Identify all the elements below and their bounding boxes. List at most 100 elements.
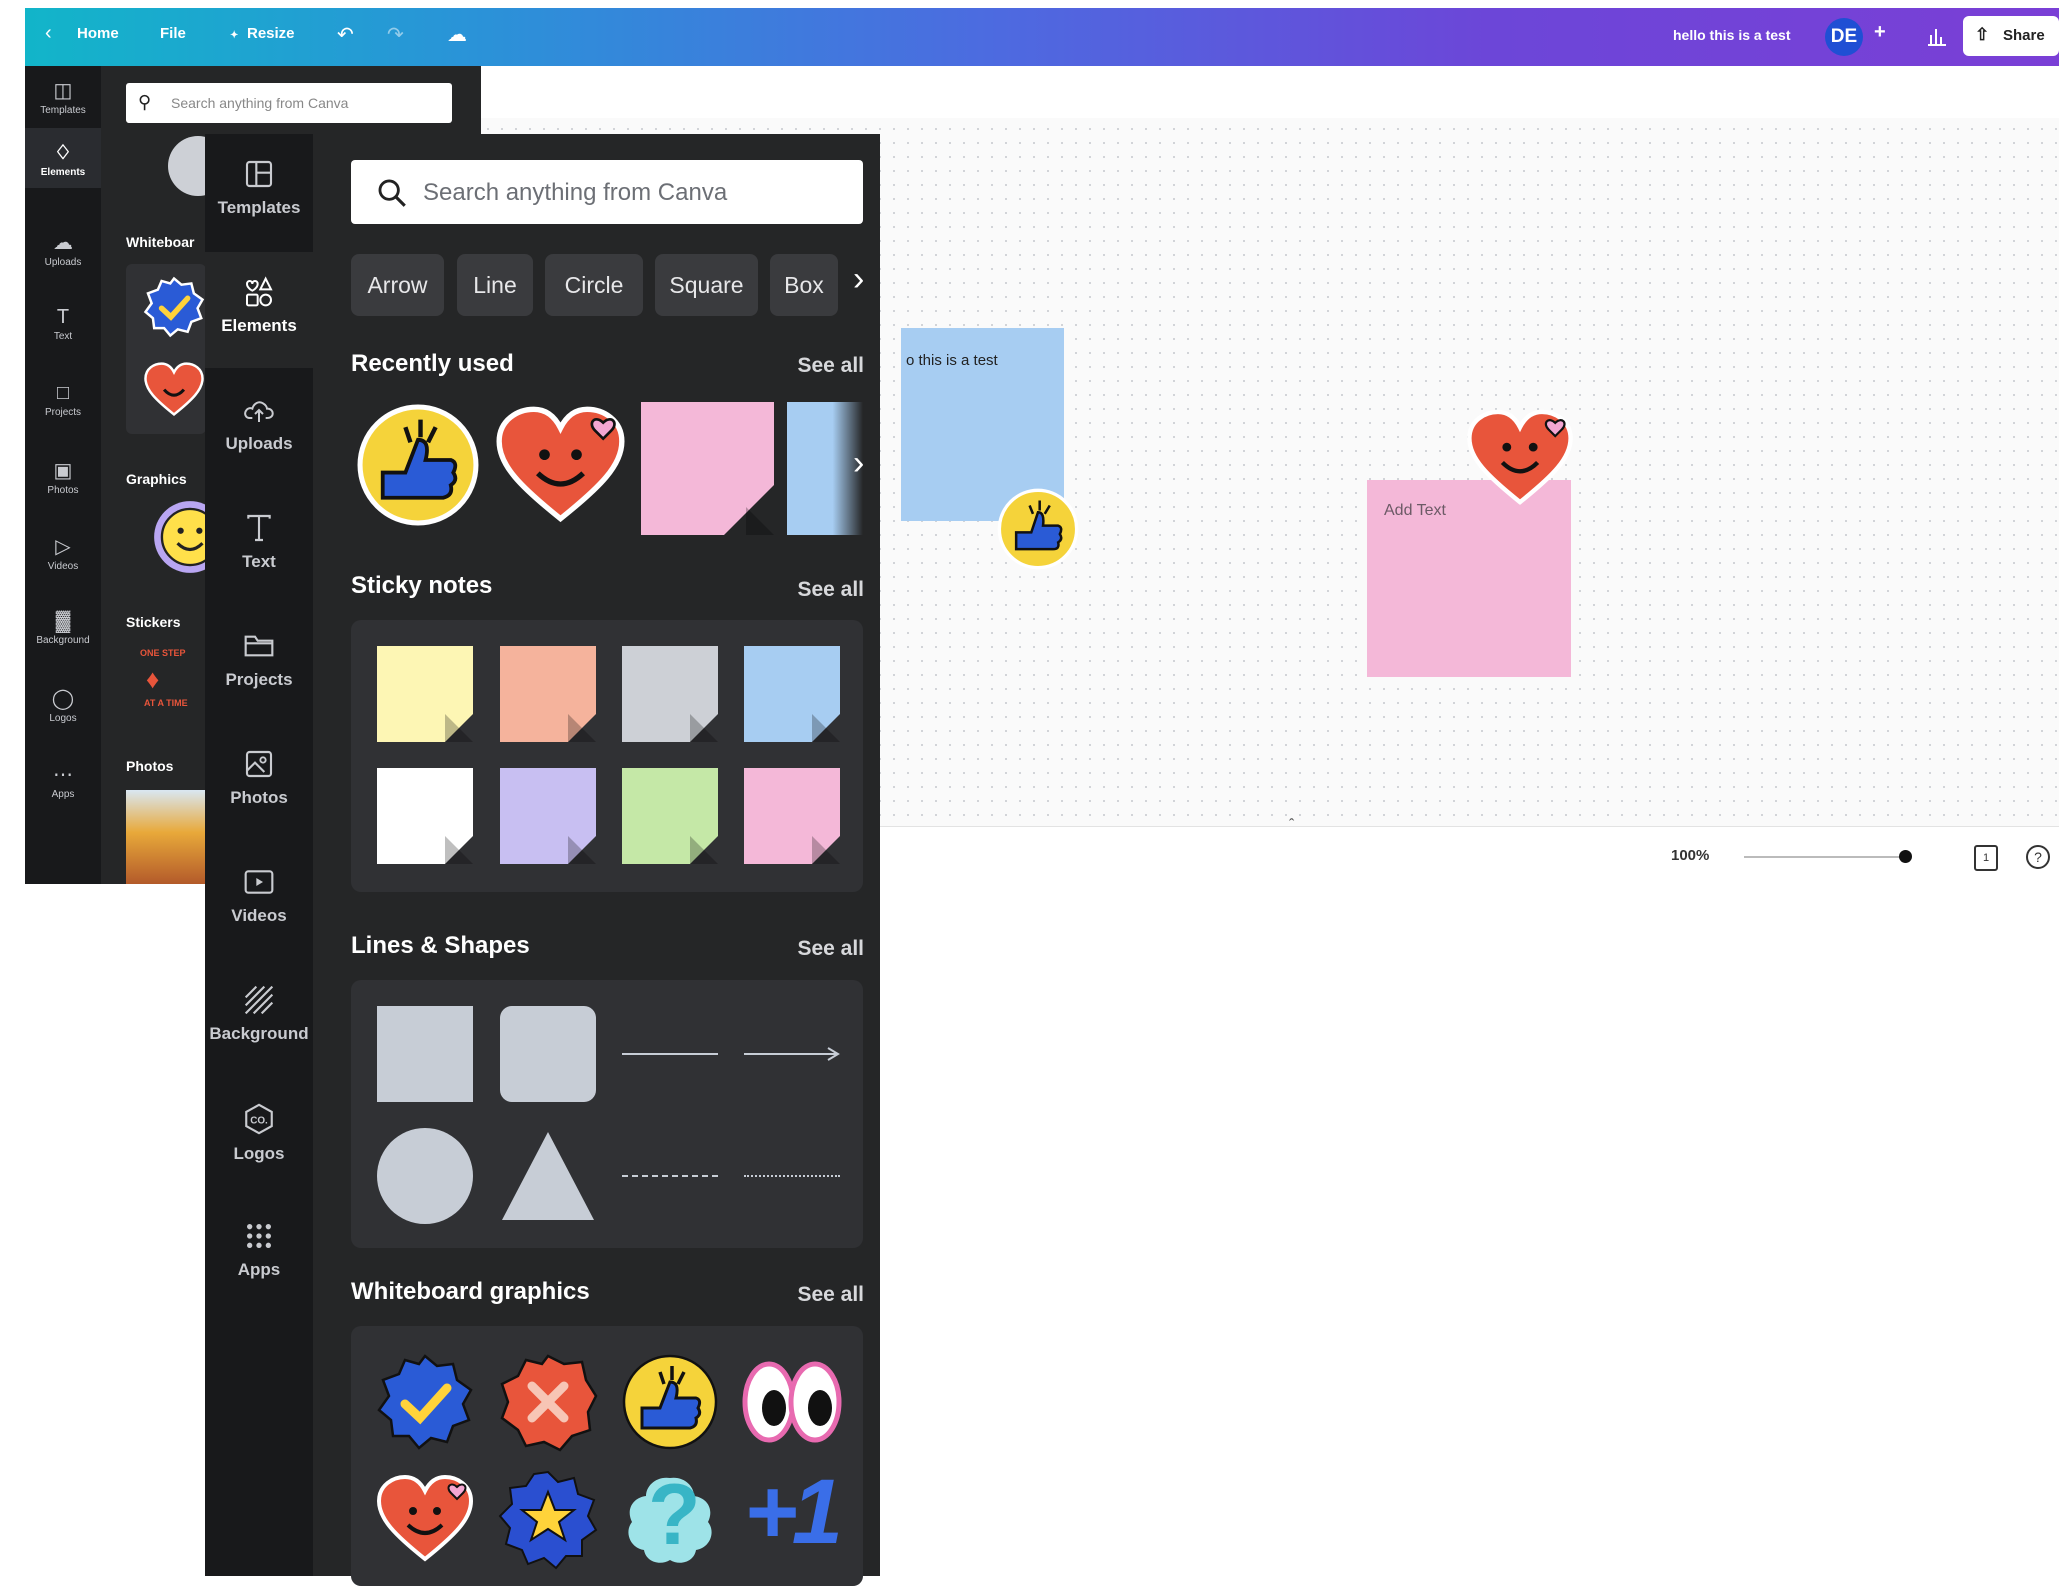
thumbs-up-sticker-icon[interactable] — [355, 402, 481, 528]
rail-label: Projects — [225, 670, 293, 689]
page-count-button[interactable]: 1 — [1974, 845, 1998, 871]
question-mark-icon[interactable]: ? — [620, 1467, 720, 1570]
resize-button[interactable]: Resize — [247, 25, 295, 42]
zoom-slider-handle[interactable] — [1899, 850, 1912, 863]
chevron-left-icon[interactable]: ‹ — [45, 22, 52, 45]
circle-shape[interactable] — [377, 1128, 473, 1224]
small-rail-text[interactable]: T Text — [25, 306, 101, 342]
small-rail-templates[interactable]: ◫ Templates — [25, 78, 101, 116]
help-icon[interactable]: ? — [2026, 845, 2050, 869]
sticky-note-peach[interactable] — [500, 646, 596, 742]
rail-templates[interactable]: Templates — [205, 134, 313, 250]
sticky-note-white[interactable] — [377, 768, 473, 864]
rail-apps[interactable]: Apps — [205, 1196, 313, 1312]
pink-note-text[interactable]: Add Text — [1384, 502, 1446, 520]
home-button[interactable]: Home — [77, 25, 119, 42]
section-title-recently-used: Recently used — [351, 350, 514, 377]
triangle-shape[interactable] — [500, 1130, 596, 1222]
star-badge-icon[interactable] — [498, 1470, 598, 1570]
chip-circle[interactable]: Circle — [545, 254, 643, 316]
chip-line[interactable]: Line — [457, 254, 533, 316]
chevron-up-icon[interactable]: ˆ — [1289, 817, 1294, 835]
sticky-note-lavender[interactable] — [500, 768, 596, 864]
blue-note-text[interactable]: o this is a test — [906, 352, 998, 369]
sticky-note-green[interactable] — [622, 768, 718, 864]
rail-videos[interactable]: Videos — [205, 842, 313, 958]
file-menu[interactable]: File — [160, 25, 186, 42]
photo-thumbnail-bus[interactable] — [126, 790, 206, 884]
blue-check-badge-icon[interactable] — [143, 276, 205, 338]
plus-one-icon[interactable]: +1 — [744, 1460, 843, 1565]
rail-background[interactable]: Background — [205, 960, 313, 1076]
smiling-heart-icon[interactable] — [143, 360, 205, 418]
smiling-heart-sticker-icon[interactable] — [1465, 407, 1575, 507]
small-rail-videos[interactable]: ▷ Videos — [25, 534, 101, 572]
arrow-line-shape[interactable] — [744, 1044, 840, 1064]
rail-label: Logos — [233, 1144, 285, 1163]
document-title[interactable]: hello this is a test — [1673, 27, 1790, 43]
blue-check-badge-icon[interactable] — [375, 1352, 475, 1452]
small-rail-projects[interactable]: □ Projects — [25, 382, 101, 418]
see-all-recently-used[interactable]: See all — [797, 354, 864, 378]
insights-icon[interactable] — [1925, 24, 1949, 48]
video-icon: ▷ — [55, 536, 71, 558]
recent-pink-sticky-note[interactable] — [641, 402, 774, 535]
rail-logos[interactable]: CO. Logos — [205, 1078, 313, 1194]
see-all-sticky-notes[interactable]: See all — [797, 578, 864, 602]
sticky-note-pink[interactable] — [744, 768, 840, 864]
small-rail-logos[interactable]: ◯ Logos — [25, 686, 101, 724]
recent-blue-sticky-note[interactable] — [787, 402, 863, 535]
smiling-heart-icon[interactable] — [493, 404, 628, 524]
rounded-square-shape[interactable] — [500, 1006, 596, 1102]
search-icon — [378, 179, 406, 207]
sticky-note-gray[interactable] — [622, 646, 718, 742]
see-all-whiteboard-graphics[interactable]: See all — [797, 1283, 864, 1307]
square-shape[interactable] — [377, 1006, 473, 1102]
rail-text[interactable]: Text — [205, 488, 313, 604]
one-step-sticker[interactable]: ONE STEP ♦ AT A TIME — [136, 646, 206, 716]
small-rail-background[interactable]: ▓ Background — [25, 610, 101, 646]
small-rail-label: Elements — [40, 167, 86, 178]
see-all-lines-shapes[interactable]: See all — [797, 937, 864, 961]
folder-icon — [244, 635, 274, 657]
small-rail-apps[interactable]: ⋯ Apps — [25, 762, 101, 800]
sticky-note-yellow[interactable] — [377, 646, 473, 742]
dotted-line-shape[interactable] — [744, 1175, 840, 1177]
smiling-heart-icon[interactable] — [375, 1472, 475, 1564]
zoom-level[interactable]: 100% — [1671, 847, 1709, 864]
chip-box[interactable]: Box — [770, 254, 838, 316]
googly-eyes-icon[interactable] — [742, 1360, 842, 1444]
small-rail-photos[interactable]: ▣ Photos — [25, 458, 101, 496]
zoom-slider-track[interactable] — [1744, 856, 1904, 858]
chip-square[interactable]: Square — [655, 254, 758, 316]
thumbs-up-badge-icon[interactable] — [620, 1352, 720, 1452]
dashed-line-shape[interactable] — [622, 1175, 718, 1177]
avatar[interactable]: DE — [1825, 18, 1863, 56]
undo-icon[interactable]: ↶ — [337, 22, 354, 47]
templates-icon: ◫ — [53, 80, 73, 102]
search-input[interactable] — [421, 160, 855, 226]
red-x-badge-icon[interactable] — [498, 1352, 598, 1452]
line-shape[interactable] — [622, 1053, 718, 1055]
add-collaborator-button[interactable]: + — [1874, 21, 1886, 44]
chip-arrow[interactable]: Arrow — [351, 254, 444, 316]
small-rail-uploads[interactable]: ☁ Uploads — [25, 230, 101, 268]
small-search-input[interactable]: ⚲ Search anything from Canva — [126, 83, 452, 123]
rail-photos[interactable]: Photos — [205, 724, 313, 840]
chips-next-chevron-icon[interactable]: › — [853, 260, 864, 299]
rail-elements[interactable]: Elements — [205, 252, 313, 368]
small-rail-elements[interactable]: ♢ Elements — [25, 128, 101, 188]
rail-projects[interactable]: Projects — [205, 606, 313, 722]
thumbs-up-sticker-icon[interactable] — [996, 487, 1080, 571]
recent-next-chevron-icon[interactable]: › — [853, 444, 864, 483]
section-title-whiteboard-graphics: Whiteboard graphics — [351, 1278, 590, 1305]
templates-icon — [245, 160, 273, 188]
side-rail: Templates Elements Uploads Text Projects… — [205, 134, 313, 1576]
redo-icon[interactable]: ↷ — [387, 22, 404, 47]
share-button[interactable]: ⇧ Share — [1963, 16, 2059, 56]
sticky-note-blue[interactable] — [744, 646, 840, 742]
logo-icon: ◯ — [51, 688, 75, 710]
rail-uploads[interactable]: Uploads — [205, 370, 313, 486]
rail-label: Text — [242, 552, 276, 571]
pink-sticky-note[interactable]: Add Text — [1367, 480, 1571, 677]
